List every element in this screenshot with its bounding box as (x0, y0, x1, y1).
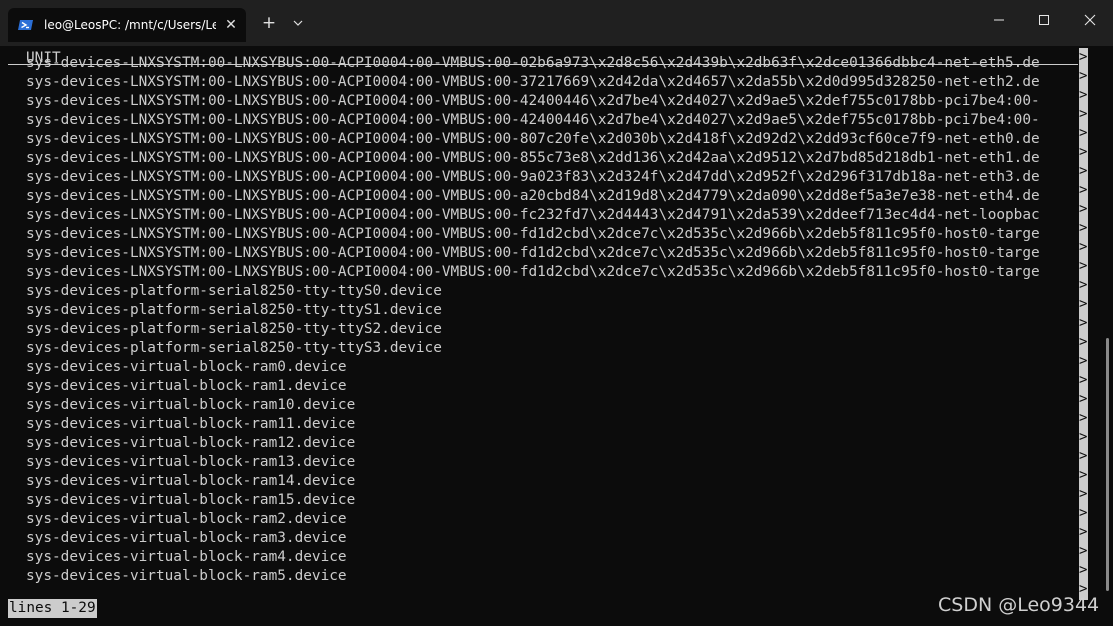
maximize-icon (1039, 15, 1049, 25)
truncation-marker: > (1079, 277, 1088, 293)
truncation-marker: > (1079, 562, 1088, 578)
output-line: sys-devices-platform-serial8250-tty-ttyS… (26, 321, 442, 337)
output-line: sys-devices-virtual-block-ram2.device (26, 511, 347, 527)
truncation-marker: > (1079, 182, 1088, 198)
output-line: sys-devices-virtual-block-ram5.device (26, 568, 347, 584)
output-line: sys-devices-virtual-block-ram11.device (26, 416, 356, 432)
terminal-tab[interactable]: leo@LeosPC: /mnt/c/Users/Le ✕ (8, 8, 246, 42)
output-line: sys-devices-virtual-block-ram12.device (26, 435, 356, 451)
output-line: sys-devices-LNXSYSTM:00-LNXSYBUS:00-ACPI… (26, 245, 1040, 261)
close-window-button[interactable] (1067, 0, 1113, 40)
truncation-marker: > (1079, 144, 1088, 160)
output-line: sys-devices-LNXSYSTM:00-LNXSYBUS:00-ACPI… (26, 74, 1040, 90)
output-line: sys-devices-LNXSYSTM:00-LNXSYBUS:00-ACPI… (26, 93, 1040, 109)
truncation-marker: > (1079, 106, 1088, 122)
truncation-marker: > (1079, 239, 1088, 255)
truncation-marker: > (1079, 49, 1088, 65)
output-line: sys-devices-platform-serial8250-tty-ttyS… (26, 340, 442, 356)
output-line: sys-devices-virtual-block-ram14.device (26, 473, 356, 489)
scrollbar-thumb[interactable] (1106, 338, 1109, 591)
output-line: sys-devices-LNXSYSTM:00-LNXSYBUS:00-ACPI… (26, 169, 1040, 185)
output-line: sys-devices-virtual-block-ram15.device (26, 492, 356, 508)
truncation-marker: > (1079, 410, 1088, 426)
output-line: sys-devices-virtual-block-ram13.device (26, 454, 356, 470)
truncation-marker: > (1079, 448, 1088, 464)
truncation-marker: > (1079, 334, 1088, 350)
truncation-marker: > (1079, 87, 1088, 103)
truncation-marker: > (1079, 125, 1088, 141)
truncation-marker: > (1079, 296, 1088, 312)
truncation-marker: > (1079, 505, 1088, 521)
output-line: sys-devices-virtual-block-ram10.device (26, 397, 356, 413)
title-bar: leo@LeosPC: /mnt/c/Users/Le ✕ + (0, 0, 1113, 46)
output-line: sys-devices-LNXSYSTM:00-LNXSYBUS:00-ACPI… (26, 131, 1040, 147)
minimize-icon (994, 19, 1004, 21)
truncation-marker: > (1079, 353, 1088, 369)
tab-title: leo@LeosPC: /mnt/c/Users/Le (44, 18, 216, 32)
output-line: sys-devices-virtual-block-ram0.device (26, 359, 347, 375)
output-line: sys-devices-virtual-block-ram1.device (26, 378, 347, 394)
new-tab-icon[interactable]: + (258, 12, 280, 34)
truncation-column: > > > > > > > > > > > > > > > > > > > > > > > > > > > > > (1079, 48, 1088, 600)
chevron-down-icon[interactable] (288, 12, 308, 34)
output-line: sys-devices-platform-serial8250-tty-ttyS… (26, 283, 442, 299)
truncation-marker: > (1079, 524, 1088, 540)
truncation-marker: > (1079, 258, 1088, 274)
minimize-button[interactable] (976, 0, 1022, 40)
powershell-icon (18, 20, 33, 30)
output-line: sys-devices-LNXSYSTM:00-LNXSYBUS:00-ACPI… (26, 150, 1040, 166)
truncation-marker: > (1079, 315, 1088, 331)
chevron-down-glyph (293, 20, 303, 26)
watermark-text: CSDN @Leo9344 (938, 594, 1100, 616)
close-icon (1084, 14, 1096, 26)
maximize-button[interactable] (1021, 0, 1067, 40)
truncation-marker: > (1079, 220, 1088, 236)
output-line: sys-devices-virtual-block-ram3.device (26, 530, 347, 546)
output-line: sys-devices-LNXSYSTM:00-LNXSYBUS:00-ACPI… (26, 188, 1040, 204)
output-line: sys-devices-LNXSYSTM:00-LNXSYBUS:00-ACPI… (26, 264, 1040, 280)
truncation-marker: > (1079, 68, 1088, 84)
truncation-marker: > (1079, 543, 1088, 559)
truncation-marker: > (1079, 372, 1088, 388)
close-tab-icon[interactable]: ✕ (222, 16, 240, 34)
output-line: sys-devices-LNXSYSTM:00-LNXSYBUS:00-ACPI… (26, 207, 1040, 223)
output-line: sys-devices-LNXSYSTM:00-LNXSYBUS:00-ACPI… (26, 55, 1040, 71)
truncation-marker: > (1079, 201, 1088, 217)
truncation-marker: > (1079, 486, 1088, 502)
truncation-marker: > (1079, 163, 1088, 179)
output-line: sys-devices-virtual-block-ram4.device (26, 549, 347, 565)
truncation-marker: > (1079, 429, 1088, 445)
pager-status: lines 1-29 (8, 599, 97, 618)
output-line: sys-devices-platform-serial8250-tty-ttyS… (26, 302, 442, 318)
truncation-marker: > (1079, 391, 1088, 407)
terminal-viewport[interactable]: UNIT sys-devices-LNXSYSTM:00-LNXSYBUS:00… (0, 46, 1113, 626)
output-line: sys-devices-LNXSYSTM:00-LNXSYBUS:00-ACPI… (26, 112, 1040, 128)
output-line: sys-devices-LNXSYSTM:00-LNXSYBUS:00-ACPI… (26, 226, 1040, 242)
truncation-marker: > (1079, 467, 1088, 483)
